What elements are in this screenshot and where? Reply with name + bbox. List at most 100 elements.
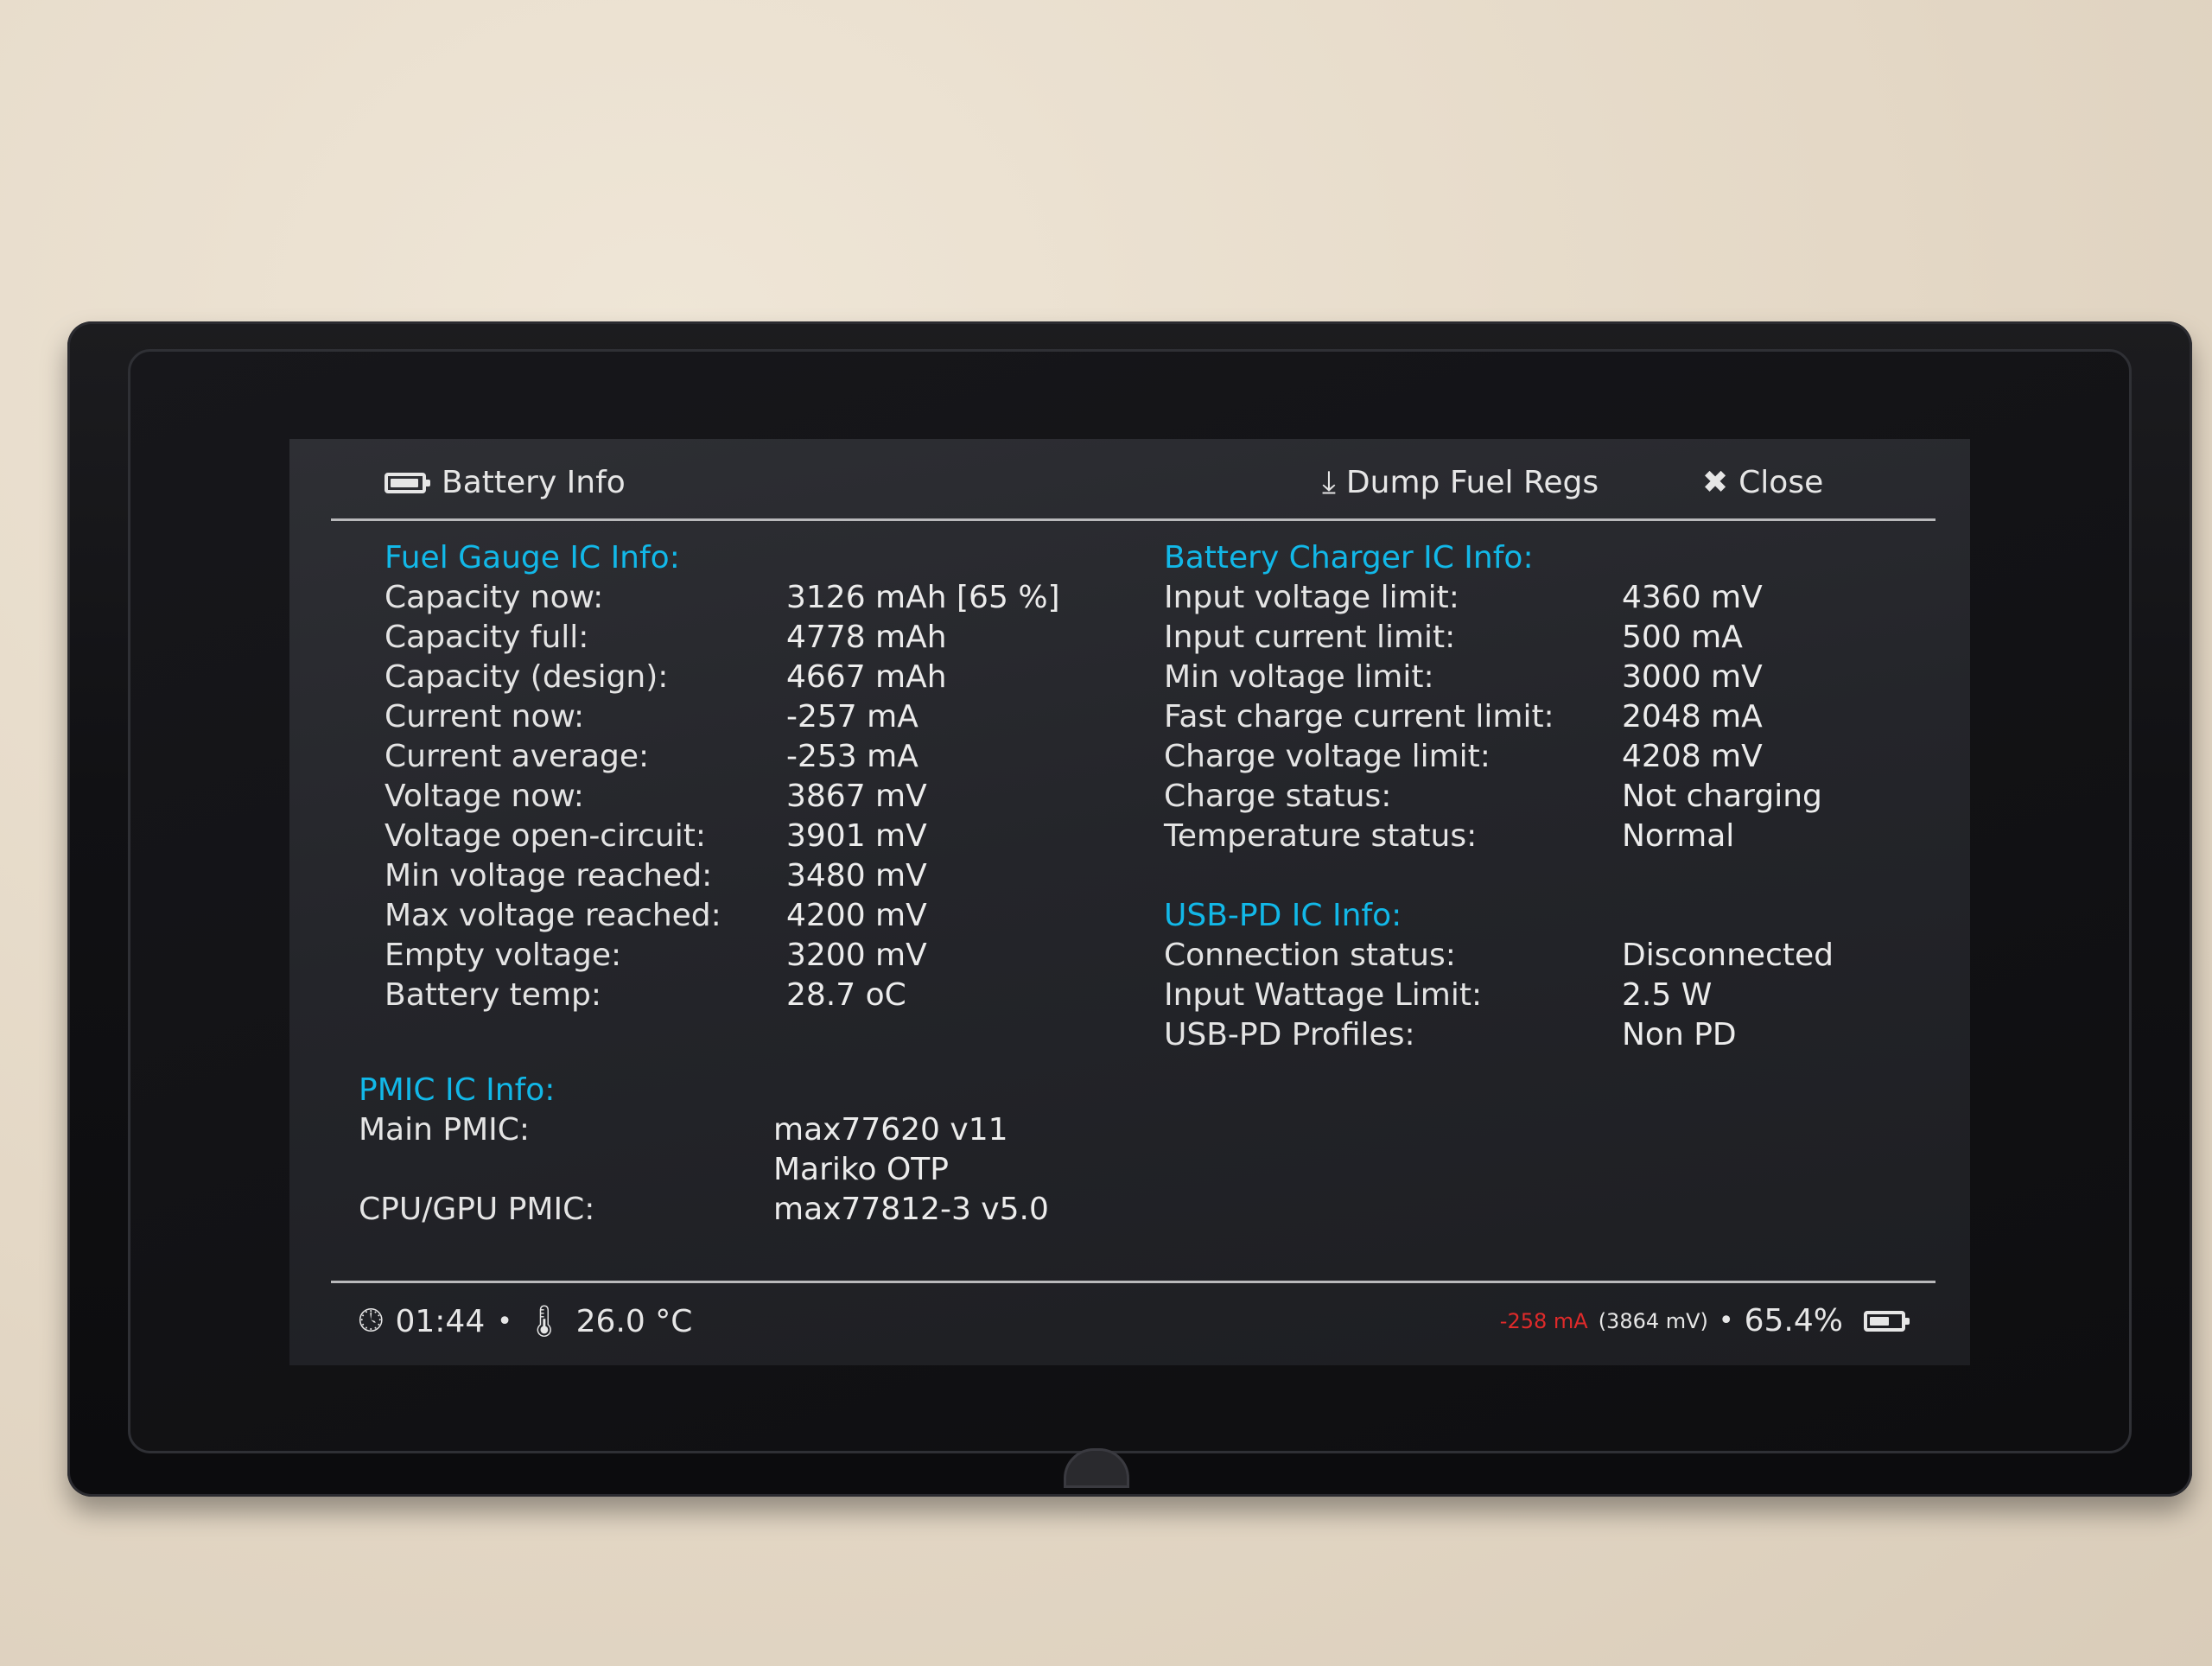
info-row: Temperature status: Normal xyxy=(1164,817,1924,856)
usbpd-title: USB-PD IC Info: xyxy=(1164,898,1402,933)
content: Fuel Gauge IC Info: Capacity now: 3126 mA… xyxy=(289,521,1970,1281)
fuel-gauge-section: Fuel Gauge IC Info: Capacity now: 3126 mA… xyxy=(385,538,1128,1015)
info-label: Voltage now: xyxy=(385,779,584,814)
info-label: Input voltage limit: xyxy=(1164,580,1459,615)
info-value: max77812-3 v5.0 xyxy=(773,1192,1049,1227)
info-row: Current average: -253 mA xyxy=(385,737,1128,777)
info-value: 28.7 oC xyxy=(786,977,906,1013)
pmic-title: PMIC IC Info: xyxy=(359,1072,556,1108)
info-value: 2.5 W xyxy=(1622,977,1713,1013)
pmic-section: PMIC IC Info: Main PMIC: max77620 v11 Mar… xyxy=(359,1071,1136,1230)
dump-fuel-regs-button[interactable]: ⤓ Dump Fuel Regs xyxy=(1322,465,1599,500)
info-row: Current now: -257 mA xyxy=(385,697,1128,737)
status-battery-percent: 65.4% xyxy=(1744,1303,1843,1339)
info-row: Voltage now: 3867 mV xyxy=(385,777,1128,817)
info-value: -253 mA xyxy=(786,739,918,774)
close-icon: ✖ xyxy=(1702,464,1729,500)
info-value: Normal xyxy=(1622,818,1735,854)
status-temperature: 26.0 °C xyxy=(575,1303,693,1339)
info-row: Mariko OTP xyxy=(359,1150,1136,1190)
info-label: Capacity now: xyxy=(385,580,604,615)
info-value: Non PD xyxy=(1622,1017,1737,1052)
info-row: Input current limit: 500 mA xyxy=(1164,618,1924,658)
info-label: Charge voltage limit: xyxy=(1164,739,1491,774)
status-voltage: (3864 mV) xyxy=(1598,1308,1708,1333)
info-value: 4208 mV xyxy=(1622,739,1763,774)
info-label: Min voltage limit: xyxy=(1164,659,1434,695)
battery-level-icon xyxy=(1864,1310,1910,1332)
info-value: 3200 mV xyxy=(786,938,927,973)
info-row: CPU/GPU PMIC: max77812-3 v5.0 xyxy=(359,1190,1136,1230)
page-title: Battery Info xyxy=(442,465,626,500)
info-value: 4778 mAh xyxy=(786,620,947,655)
info-label: Temperature status: xyxy=(1164,818,1478,854)
info-row: Min voltage limit: 3000 mV xyxy=(1164,658,1924,697)
info-label: Input current limit: xyxy=(1164,620,1456,655)
info-label: Input Wattage Limit: xyxy=(1164,977,1483,1013)
close-button[interactable]: ✖ Close xyxy=(1702,465,1823,500)
info-row: Capacity now: 3126 mAh [65 %] xyxy=(385,578,1128,618)
info-value: Disconnected xyxy=(1622,938,1834,973)
info-label: CPU/GPU PMIC: xyxy=(359,1192,595,1227)
info-value: max77620 v11 xyxy=(773,1112,1008,1148)
info-label: Main PMIC: xyxy=(359,1112,531,1148)
close-label: Close xyxy=(1738,465,1824,500)
info-row: Battery temp: 28.7 oC xyxy=(385,976,1128,1015)
info-label: Battery temp: xyxy=(385,977,601,1013)
info-row: Max voltage reached: 4200 mV xyxy=(385,896,1128,936)
status-time: 01:44 xyxy=(395,1303,486,1339)
info-label: Min voltage reached: xyxy=(385,858,713,893)
info-row: Capacity (design): 4667 mAh xyxy=(385,658,1128,697)
info-label: USB-PD Profiles: xyxy=(1164,1017,1415,1052)
info-row: Min voltage reached: 3480 mV xyxy=(385,856,1128,896)
info-row: Fast charge current limit: 2048 mA xyxy=(1164,697,1924,737)
info-value: 3480 mV xyxy=(786,858,927,893)
separator-dot: • xyxy=(497,1306,512,1337)
info-value: 500 mA xyxy=(1622,620,1743,655)
info-label: Capacity (design): xyxy=(385,659,669,695)
info-row: Empty voltage: 3200 mV xyxy=(385,936,1128,976)
info-row: Main PMIC: max77620 v11 xyxy=(359,1110,1136,1150)
info-value: 4360 mV xyxy=(1622,580,1763,615)
status-left: 🕓︎ 01:44 • 🌡︎ 26.0 °C xyxy=(359,1303,692,1339)
info-row: Input voltage limit: 4360 mV xyxy=(1164,578,1924,618)
thermometer-icon: 🌡︎ xyxy=(524,1304,564,1339)
separator-dot: • xyxy=(1718,1306,1734,1336)
info-value: Mariko OTP xyxy=(773,1152,949,1187)
status-right: -258 mA (3864 mV) • 65.4% xyxy=(1499,1303,1910,1339)
header: Battery Info ⤓ Dump Fuel Regs ✖ Close xyxy=(289,439,1970,521)
info-label: Current average: xyxy=(385,739,650,774)
info-row: Input Wattage Limit: 2.5 W xyxy=(1164,976,1924,1015)
info-value: 3126 mAh [65 %] xyxy=(786,580,1060,615)
info-value: -257 mA xyxy=(786,699,918,734)
info-value: 3901 mV xyxy=(786,818,927,854)
status-current: -258 mA xyxy=(1499,1308,1588,1333)
page-title-wrap: Battery Info xyxy=(385,465,626,500)
screen: Battery Info ⤓ Dump Fuel Regs ✖ Close Fu… xyxy=(289,439,1970,1365)
info-label: Max voltage reached: xyxy=(385,898,721,933)
info-label: Current now: xyxy=(385,699,585,734)
status-bar: 🕓︎ 01:44 • 🌡︎ 26.0 °C -258 mA (3864 mV) … xyxy=(289,1281,1970,1365)
charger-title: Battery Charger IC Info: xyxy=(1164,540,1534,575)
info-value: Not charging xyxy=(1622,779,1822,814)
footer-divider xyxy=(331,1281,1936,1283)
info-row: Charge voltage limit: 4208 mV xyxy=(1164,737,1924,777)
info-label: Charge status: xyxy=(1164,779,1392,814)
info-row: Capacity full: 4778 mAh xyxy=(385,618,1128,658)
info-label: Connection status: xyxy=(1164,938,1456,973)
kickstand-notch xyxy=(1064,1448,1129,1488)
info-value: 3867 mV xyxy=(786,779,927,814)
info-label: Empty voltage: xyxy=(385,938,622,973)
battery-icon xyxy=(385,472,430,493)
fuel-gauge-title: Fuel Gauge IC Info: xyxy=(385,540,680,575)
info-label: Voltage open-circuit: xyxy=(385,818,706,854)
clock-icon: 🕓︎ xyxy=(359,1303,384,1339)
info-value: 2048 mA xyxy=(1622,699,1763,734)
info-row: USB-PD Profiles: Non PD xyxy=(1164,1015,1924,1055)
info-value: 4200 mV xyxy=(786,898,927,933)
info-label: Capacity full: xyxy=(385,620,589,655)
charger-section: Battery Charger IC Info: Input voltage l… xyxy=(1164,538,1924,1055)
dump-fuel-regs-label: Dump Fuel Regs xyxy=(1345,465,1599,500)
info-row: Voltage open-circuit: 3901 mV xyxy=(385,817,1128,856)
info-label xyxy=(359,1150,773,1190)
